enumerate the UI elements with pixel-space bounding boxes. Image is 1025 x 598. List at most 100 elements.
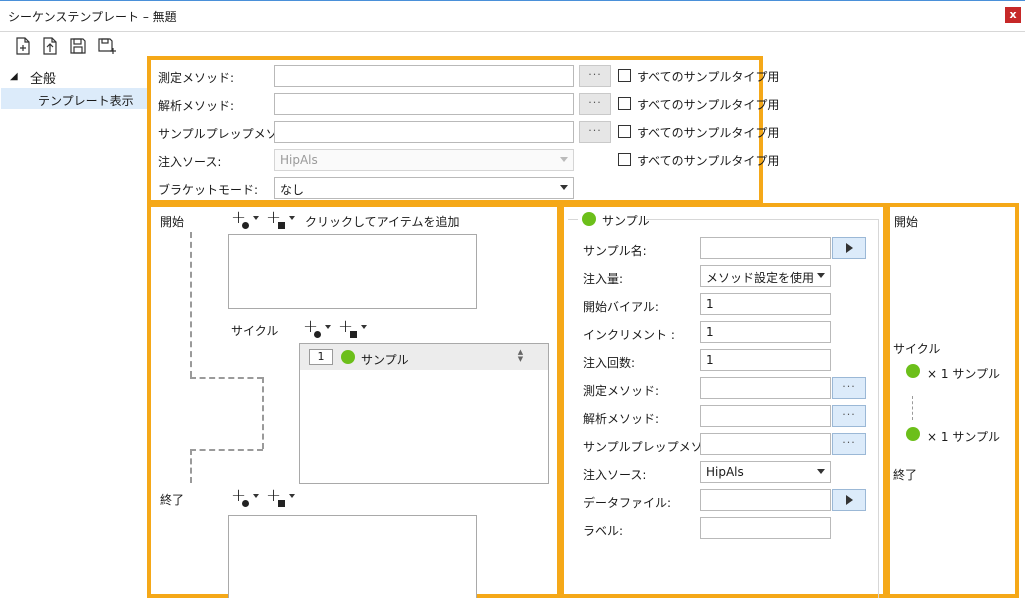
- block-square-icon: [350, 331, 357, 338]
- collapse-arrow-icon[interactable]: ◢: [10, 71, 18, 82]
- sample-analysis-input[interactable]: [700, 405, 831, 427]
- start-vial-label: 開始バイアル:: [583, 300, 659, 314]
- sample-green-icon: [582, 212, 596, 226]
- summary-item-1: × 1 サンプル: [927, 367, 1000, 381]
- dropdown-caret-icon: [560, 185, 568, 190]
- injection-volume-label: 注入量:: [583, 272, 624, 286]
- datafile-play-button[interactable]: [832, 489, 866, 511]
- injection-count-label: 注入回数:: [583, 356, 636, 370]
- sample-dot-icon: [242, 500, 249, 507]
- play-icon: [846, 243, 853, 253]
- cycle-item-name: サンプル: [361, 353, 409, 367]
- play-icon: [846, 495, 853, 505]
- analysis-method-label: 解析メソッド:: [158, 99, 235, 113]
- bracket-mode-label: ブラケットモード:: [158, 183, 259, 197]
- sampleprep-all-types-checkbox[interactable]: [618, 125, 631, 138]
- label-field-label: ラベル:: [583, 524, 624, 538]
- cycle-label: サイクル: [231, 324, 279, 338]
- analysis-method-input[interactable]: [274, 93, 574, 115]
- window-title: シーケンステンプレート – 無題: [8, 10, 177, 24]
- injection-source-label: 注入ソース:: [158, 155, 222, 169]
- sample-group-header: サンプル: [602, 214, 650, 228]
- sample-analysis-label: 解析メソッド:: [583, 412, 660, 426]
- summary-end-label: 終了: [893, 468, 918, 482]
- sample-sampleprep-browse-button[interactable]: ···: [832, 433, 866, 455]
- analysis-all-types-checkbox[interactable]: [618, 97, 631, 110]
- analysis-method-browse-button[interactable]: ···: [579, 93, 611, 115]
- sample-injection-source-value: HipAls: [706, 465, 744, 479]
- sample-sampleprep-input[interactable]: [700, 433, 831, 455]
- bracket-mode-select[interactable]: なし: [274, 177, 574, 199]
- injection-source-select[interactable]: HipAls: [274, 149, 574, 171]
- injection-source-value: HipAls: [280, 153, 318, 167]
- flow-connector: [190, 377, 263, 379]
- sample-name-label: サンプル名:: [583, 244, 647, 258]
- datafile-label: データファイル:: [583, 496, 672, 510]
- summary-cycle-label: サイクル: [893, 342, 941, 356]
- chevron-down-icon[interactable]: [253, 494, 259, 498]
- sample-analysis-browse-button[interactable]: ···: [832, 405, 866, 427]
- summary-connector: [912, 396, 913, 420]
- save-as-icon[interactable]: [97, 36, 117, 56]
- flow-connector: [262, 377, 264, 449]
- title-separator: [0, 31, 1025, 32]
- tree-root-general[interactable]: 全般: [30, 68, 56, 87]
- sampleprep-method-input[interactable]: [274, 121, 574, 143]
- sample-measure-input[interactable]: [700, 377, 831, 399]
- block-square-icon: [278, 222, 285, 229]
- end-items-list[interactable]: [228, 515, 477, 598]
- summary-panel: [886, 203, 1019, 598]
- cycle-item-row[interactable]: [300, 344, 548, 370]
- flow-connector: [190, 232, 192, 377]
- measure-method-label: 測定メソッド:: [158, 71, 235, 85]
- analysis-all-types-label: すべてのサンプルタイプ用: [637, 98, 780, 112]
- sampleprep-method-browse-button[interactable]: ···: [579, 121, 611, 143]
- injection-volume-value: メソッド設定を使用: [706, 271, 815, 285]
- measure-all-types-checkbox[interactable]: [618, 69, 631, 82]
- flow-connector: [190, 449, 192, 483]
- injection-count-input[interactable]: 1: [700, 349, 831, 371]
- cycle-item-count[interactable]: 1: [309, 349, 333, 365]
- start-label: 開始: [160, 215, 185, 229]
- open-file-icon[interactable]: [40, 36, 60, 56]
- measure-method-input[interactable]: [274, 65, 574, 87]
- measure-method-browse-button[interactable]: ···: [579, 65, 611, 87]
- sample-dot-icon: [314, 331, 321, 338]
- start-items-list[interactable]: [228, 234, 477, 309]
- label-input[interactable]: [700, 517, 831, 539]
- sample-dot-icon: [242, 222, 249, 229]
- chevron-down-icon[interactable]: [253, 216, 259, 220]
- sample-name-input[interactable]: [700, 237, 831, 259]
- spinner-arrows-icon[interactable]: ▲ ▼: [516, 349, 525, 365]
- add-item-hint[interactable]: クリックしてアイテムを追加: [305, 213, 459, 230]
- injection-all-types-checkbox[interactable]: [618, 153, 631, 166]
- sample-injection-source-label: 注入ソース:: [583, 468, 647, 482]
- chevron-down-icon[interactable]: [289, 494, 295, 498]
- injection-all-types-label: すべてのサンプルタイプ用: [637, 154, 780, 168]
- sample-green-icon: [906, 427, 920, 441]
- dropdown-caret-icon: [817, 273, 825, 278]
- chevron-down-icon[interactable]: [289, 216, 295, 220]
- start-vial-input[interactable]: 1: [700, 293, 831, 315]
- tree-item-template-view[interactable]: テンプレート表示: [38, 92, 134, 109]
- new-file-icon[interactable]: [13, 36, 33, 56]
- measure-all-types-label: すべてのサンプルタイプ用: [637, 70, 780, 84]
- summary-start-label: 開始: [894, 215, 919, 229]
- injection-volume-select[interactable]: メソッド設定を使用: [700, 265, 831, 287]
- close-button[interactable]: x: [1005, 7, 1021, 23]
- sample-name-play-button[interactable]: [832, 237, 866, 259]
- sample-injection-source-select[interactable]: HipAls: [700, 461, 831, 483]
- block-square-icon: [278, 500, 285, 507]
- increment-input[interactable]: 1: [700, 321, 831, 343]
- save-icon[interactable]: [68, 36, 88, 56]
- increment-label: インクリメント :: [583, 328, 675, 342]
- summary-item-2: × 1 サンプル: [927, 430, 1000, 444]
- end-label: 終了: [160, 493, 185, 507]
- sample-measure-browse-button[interactable]: ···: [832, 377, 866, 399]
- bracket-mode-value: なし: [280, 183, 305, 197]
- sample-measure-label: 測定メソッド:: [583, 384, 660, 398]
- chevron-down-icon[interactable]: [325, 325, 331, 329]
- sample-green-icon: [341, 350, 355, 364]
- datafile-input[interactable]: [700, 489, 831, 511]
- chevron-down-icon[interactable]: [361, 325, 367, 329]
